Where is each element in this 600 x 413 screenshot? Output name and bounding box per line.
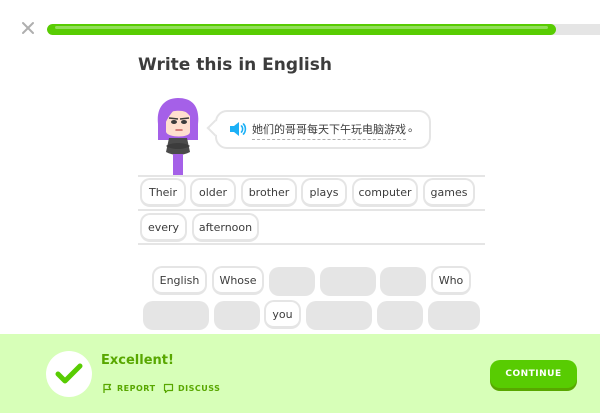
answer-word[interactable]: every bbox=[140, 213, 187, 242]
success-badge bbox=[46, 351, 92, 397]
report-label: REPORT bbox=[117, 384, 156, 393]
flag-icon bbox=[103, 383, 112, 393]
word-bank-used-slot bbox=[269, 267, 315, 296]
character-avatar bbox=[152, 96, 204, 176]
page-title: Write this in English bbox=[138, 55, 332, 75]
close-icon bbox=[22, 22, 34, 34]
answer-word[interactable]: afternoon bbox=[192, 213, 259, 242]
report-button[interactable]: REPORT bbox=[102, 383, 156, 394]
discuss-button[interactable]: DISCUSS bbox=[163, 383, 220, 394]
answer-line bbox=[138, 209, 485, 211]
answer-word[interactable]: games bbox=[423, 178, 475, 207]
word-bank-word[interactable]: English bbox=[152, 266, 207, 295]
word-bank-used-slot bbox=[143, 301, 209, 330]
word-bank-used-slot bbox=[306, 301, 372, 330]
answer-word[interactable]: Their bbox=[140, 178, 186, 207]
word-bank-used-slot bbox=[428, 301, 480, 330]
answer-line bbox=[138, 175, 485, 177]
answer-word[interactable]: plays bbox=[301, 178, 347, 207]
word-bank-used-slot bbox=[320, 267, 376, 296]
speaker-icon bbox=[230, 122, 247, 136]
speaker-button[interactable] bbox=[229, 121, 247, 137]
word-bank-used-slot bbox=[214, 301, 260, 330]
checkmark-icon bbox=[55, 363, 83, 384]
character-illustration bbox=[157, 98, 199, 176]
progress-bar bbox=[47, 24, 600, 35]
word-bank-word[interactable]: Who bbox=[431, 266, 471, 295]
close-button[interactable] bbox=[20, 20, 36, 36]
progress-highlight bbox=[55, 26, 548, 29]
prompt-end-mark: 。 bbox=[408, 121, 419, 134]
discuss-label: DISCUSS bbox=[178, 384, 221, 393]
continue-button[interactable]: CONTINUE bbox=[490, 360, 577, 388]
answer-word[interactable]: older bbox=[190, 178, 236, 207]
word-bank-used-slot bbox=[377, 301, 423, 330]
prompt-sentence[interactable]: 她们的哥哥每天下午玩电脑游戏 bbox=[252, 121, 406, 140]
comment-icon bbox=[163, 383, 174, 394]
feedback-title: Excellent! bbox=[101, 353, 174, 368]
answer-line bbox=[138, 243, 485, 245]
answer-word[interactable]: computer bbox=[352, 178, 418, 207]
word-bank-word[interactable]: you bbox=[264, 300, 301, 329]
word-bank-used-slot bbox=[380, 267, 426, 296]
answer-word[interactable]: brother bbox=[241, 178, 297, 207]
word-bank-word[interactable]: Whose bbox=[212, 266, 264, 295]
